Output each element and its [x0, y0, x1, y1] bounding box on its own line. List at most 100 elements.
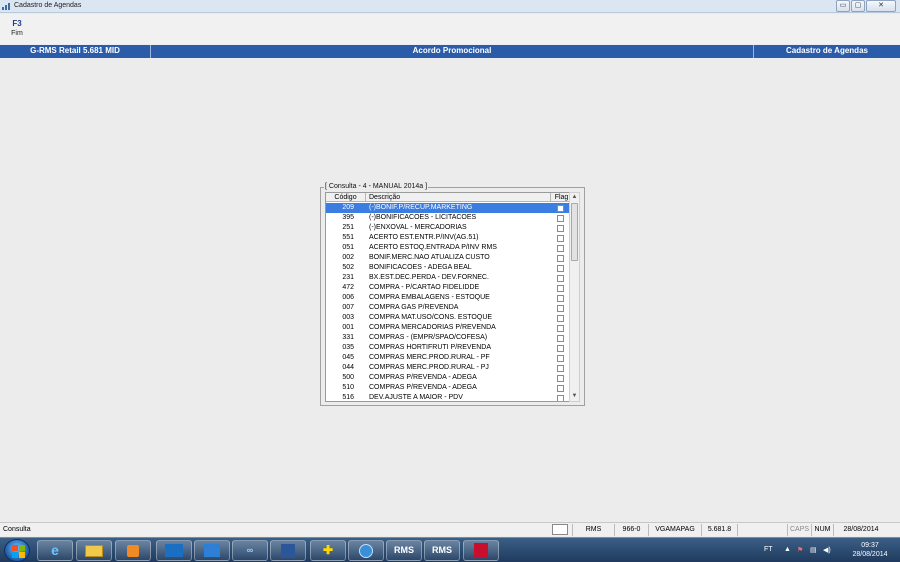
- volume-icon[interactable]: ◀): [823, 546, 831, 554]
- f3-action-label: Fim: [11, 30, 23, 37]
- item-flag-checkbox[interactable]: [557, 355, 564, 362]
- list-item[interactable]: 035 COMPRAS HORTIFRUTI P/REVENDA: [326, 343, 569, 353]
- item-codigo: 007: [342, 304, 354, 311]
- rms-app-button-1[interactable]: RMS: [386, 540, 422, 561]
- item-flag-checkbox[interactable]: [557, 335, 564, 342]
- language-indicator[interactable]: FT: [764, 546, 773, 553]
- status-caps: CAPS: [787, 524, 811, 536]
- list-item[interactable]: 002 BONIF.MERC.NAO ATUALIZA CUSTO: [326, 253, 569, 263]
- status-system: RMS: [572, 524, 614, 536]
- item-flag-checkbox[interactable]: [557, 275, 564, 282]
- list-item[interactable]: 006 COMPRA EMBALAGENS - ESTOQUE: [326, 293, 569, 303]
- clock-date: 28/08/2014: [852, 551, 888, 558]
- scroll-thumb[interactable]: [571, 203, 578, 261]
- taskbar: e ∞ ✚ RMS RMS FT ▲ ⚑ ▤ ◀) 09:37 28/08/20…: [0, 537, 900, 562]
- list-item[interactable]: 500 COMPRAS P/REVENDA - ADEGA: [326, 373, 569, 383]
- item-descricao: COMPRA - P/CARTAO FIDELIDDE: [369, 284, 480, 291]
- database-add-icon[interactable]: ✚: [310, 540, 346, 561]
- agenda-list[interactable]: Código Descrição Flag 209 (-)BONIF.P/RECU…: [325, 192, 570, 402]
- window-title: Cadastro de Agendas: [14, 2, 82, 9]
- item-codigo: 045: [342, 354, 354, 361]
- item-descricao: DEV.AJUSTE A MAIOR - PDV: [369, 394, 463, 401]
- maximize-button[interactable]: ▢: [851, 0, 865, 12]
- list-item[interactable]: 051 ACERTO ESTOQ.ENTRADA P/INV RMS: [326, 243, 569, 253]
- status-version: 5.681.8: [701, 524, 737, 536]
- column-header-flag[interactable]: Flag: [552, 193, 569, 202]
- item-flag-checkbox[interactable]: [557, 205, 564, 212]
- rms-app-button-2[interactable]: RMS: [424, 540, 460, 561]
- f3-end-button[interactable]: F3 Fim: [6, 19, 28, 37]
- folder-icon[interactable]: [76, 540, 112, 561]
- item-codigo: 035: [342, 344, 354, 351]
- status-empty: [737, 524, 787, 536]
- network-app-icon[interactable]: [348, 540, 384, 561]
- item-codigo: 510: [342, 384, 354, 391]
- item-flag-checkbox[interactable]: [557, 305, 564, 312]
- item-codigo: 395: [342, 214, 354, 221]
- item-flag-checkbox[interactable]: [557, 235, 564, 242]
- close-button[interactable]: ✕: [866, 0, 896, 12]
- list-item[interactable]: 045 COMPRAS MERC.PROD.RURAL - PF: [326, 353, 569, 363]
- item-flag-checkbox[interactable]: [557, 375, 564, 382]
- minimize-button[interactable]: ▭: [836, 0, 850, 12]
- item-flag-checkbox[interactable]: [557, 285, 564, 292]
- outlook-icon[interactable]: [156, 540, 192, 561]
- link-app-icon[interactable]: ∞: [232, 540, 268, 561]
- list-item[interactable]: 251 (-)ENXOVAL - MERCADORIAS: [326, 223, 569, 233]
- media-player-icon[interactable]: [115, 540, 151, 561]
- list-item[interactable]: 003 COMPRA MAT.USO/CONS. ESTOQUE: [326, 313, 569, 323]
- list-item[interactable]: 395 (-)BONIFICACOES - LICITACOES: [326, 213, 569, 223]
- tray-expand-icon[interactable]: ▲: [784, 546, 791, 553]
- action-center-icon[interactable]: ⚑: [797, 546, 803, 554]
- list-item[interactable]: 551 ACERTO EST.ENTR.P/INV(AG.51): [326, 233, 569, 243]
- lync-icon[interactable]: [194, 540, 230, 561]
- item-descricao: (-)BONIF.P/RECUP.MARKETING: [369, 204, 473, 211]
- item-flag-checkbox[interactable]: [557, 225, 564, 232]
- item-codigo: 003: [342, 314, 354, 321]
- item-codigo: 231: [342, 274, 354, 281]
- item-flag-checkbox[interactable]: [557, 265, 564, 272]
- list-item[interactable]: 502 BONIFICACOES - ADEGA BEAL: [326, 263, 569, 273]
- list-item[interactable]: 001 COMPRA MERCADORIAS P/REVENDA: [326, 323, 569, 333]
- item-flag-checkbox[interactable]: [557, 215, 564, 222]
- list-scrollbar[interactable]: ▲ ▼: [569, 192, 580, 402]
- status-date: 28/08/2014: [833, 524, 888, 536]
- list-item[interactable]: 209 (-)BONIF.P/RECUP.MARKETING: [326, 203, 569, 213]
- ie-icon[interactable]: e: [37, 540, 73, 561]
- item-descricao: (-)ENXOVAL - MERCADORIAS: [369, 224, 467, 231]
- scroll-up-icon[interactable]: ▲: [570, 193, 579, 202]
- item-flag-checkbox[interactable]: [557, 295, 564, 302]
- list-item[interactable]: 331 COMPRAS - (EMPR/SPAO/COFESA): [326, 333, 569, 343]
- taskbar-clock[interactable]: 09:37 28/08/2014: [844, 541, 896, 559]
- item-flag-checkbox[interactable]: [557, 365, 564, 372]
- item-flag-checkbox[interactable]: [557, 345, 564, 352]
- status-num: NUM: [811, 524, 833, 536]
- item-flag-checkbox[interactable]: [557, 255, 564, 262]
- item-flag-checkbox[interactable]: [557, 385, 564, 392]
- list-item[interactable]: 231 BX.EST.DEC.PERDA - DEV.FORNEC.: [326, 273, 569, 283]
- item-flag-checkbox[interactable]: [557, 395, 564, 401]
- list-item[interactable]: 472 COMPRA - P/CARTAO FIDELIDDE: [326, 283, 569, 293]
- header-module: Acordo Promocional: [412, 46, 492, 55]
- network-icon[interactable]: ▤: [810, 546, 817, 554]
- item-flag-checkbox[interactable]: [557, 245, 564, 252]
- column-header-codigo[interactable]: Código: [326, 193, 366, 202]
- list-header: Código Descrição Flag: [326, 193, 569, 202]
- scroll-down-icon[interactable]: ▼: [570, 392, 579, 401]
- item-codigo: 251: [342, 224, 354, 231]
- item-flag-checkbox[interactable]: [557, 325, 564, 332]
- module-header: G-RMS Retail 5.681 MID Acordo Promociona…: [0, 45, 900, 58]
- list-item[interactable]: 516 DEV.AJUSTE A MAIOR - PDV: [326, 393, 569, 401]
- item-codigo: 502: [342, 264, 354, 271]
- column-header-descricao[interactable]: Descrição: [367, 193, 551, 202]
- list-item[interactable]: 007 COMPRA GAS P/REVENDA: [326, 303, 569, 313]
- start-button[interactable]: [4, 539, 30, 562]
- item-descricao: COMPRA MERCADORIAS P/REVENDA: [369, 324, 496, 331]
- item-descricao: COMPRAS MERC.PROD.RURAL - PF: [369, 354, 490, 361]
- list-item[interactable]: 044 COMPRAS MERC.PROD.RURAL - PJ: [326, 363, 569, 373]
- word-icon[interactable]: [270, 540, 306, 561]
- item-codigo: 500: [342, 374, 354, 381]
- pdf-reader-icon[interactable]: [463, 540, 499, 561]
- list-item[interactable]: 510 COMPRAS P/REVENDA - ADEGA: [326, 383, 569, 393]
- item-flag-checkbox[interactable]: [557, 315, 564, 322]
